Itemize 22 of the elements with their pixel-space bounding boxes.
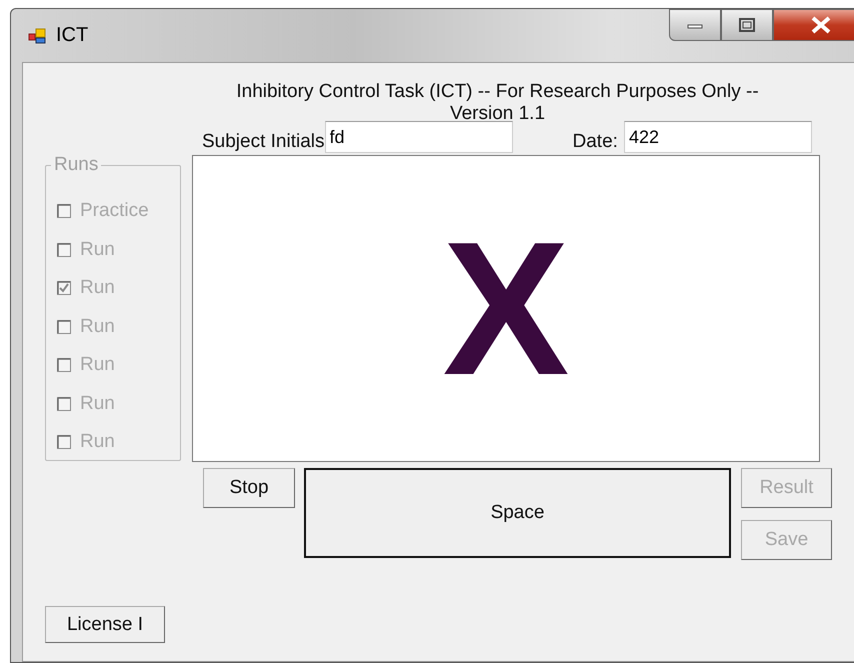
- license-button[interactable]: License I: [45, 606, 165, 643]
- subject-initials-label: Subject Initials: [202, 131, 325, 153]
- maximize-icon: [739, 18, 755, 32]
- minimize-button[interactable]: [669, 9, 721, 41]
- checkbox-label: Run: [80, 316, 115, 338]
- checkbox-label: Run: [80, 354, 115, 376]
- window-title: ICT: [56, 24, 88, 47]
- date-field[interactable]: 422: [624, 121, 812, 153]
- checkbox-label: Run: [80, 277, 115, 300]
- close-icon: [810, 16, 832, 34]
- checkbox-label: Run: [80, 238, 115, 261]
- subject-initials-field[interactable]: fd: [324, 121, 513, 153]
- stop-button[interactable]: Stop: [203, 468, 295, 508]
- stimulus-letter: X: [442, 214, 570, 404]
- checkbox-label: Run: [80, 431, 115, 454]
- checkbox-label: Practice: [80, 200, 149, 222]
- checkbox-label: Run: [80, 392, 115, 415]
- maximize-button[interactable]: [721, 9, 773, 41]
- date-label: Date:: [572, 131, 618, 153]
- space-button[interactable]: Space: [304, 468, 731, 558]
- app-icon: [28, 26, 48, 44]
- close-button[interactable]: [773, 9, 854, 41]
